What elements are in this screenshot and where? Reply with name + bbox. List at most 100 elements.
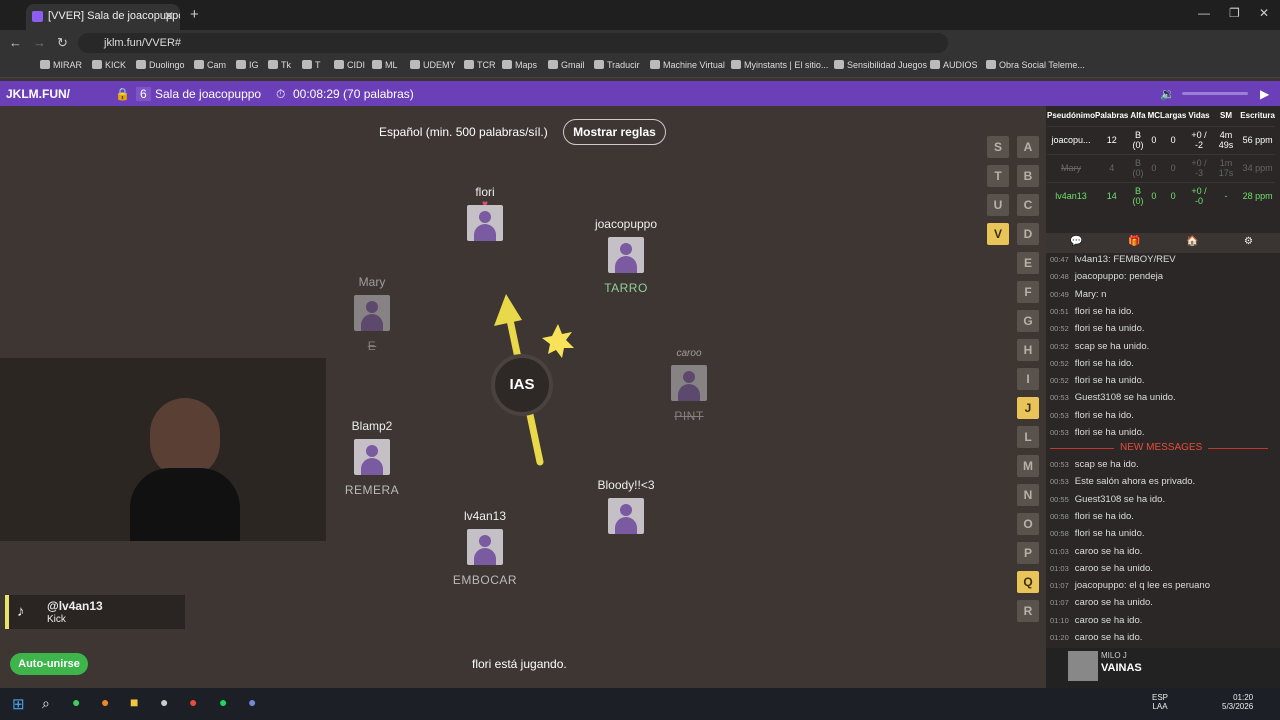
chat-message: 00:52 scap se ha unido.: [1050, 340, 1150, 352]
table-row: joacopu... 12 B (0) 0 0 +0 / -2 4m 49s 56 ppm: [1047, 125, 1275, 154]
player-avatar: [608, 498, 644, 534]
table-cell: 34 ppm: [1240, 153, 1275, 182]
table-cell: 0: [1160, 181, 1187, 210]
letter-tile: V: [987, 223, 1009, 245]
table-cell: +0 / -0: [1186, 181, 1212, 210]
letter-tile: H: [1017, 339, 1039, 361]
new-tab-icon[interactable]: +: [190, 6, 199, 23]
show-rules-button[interactable]: Mostrar reglas: [563, 119, 666, 145]
forward-icon[interactable]: →: [33, 35, 46, 50]
album-art-image: [1068, 651, 1098, 681]
bookmark-item[interactable]: MIRAR: [40, 60, 82, 70]
reload-icon[interactable]: ↻: [57, 35, 68, 51]
player-avatar: [671, 365, 707, 401]
letter-tile: J: [1017, 397, 1039, 419]
panel-tabs: 💬 🎁 🏠 ⚙: [1046, 233, 1280, 253]
chat-message: 00:52 flori se ha unido.: [1050, 375, 1145, 387]
player-avatar: [467, 529, 503, 565]
browser-tab[interactable]: [VVER] Sala de joacopuppo ✕: [26, 4, 180, 30]
col-header: Pseudónimo: [1047, 111, 1096, 121]
streamer-platform: Kick: [47, 614, 66, 625]
bookmark-item[interactable]: Machine Virtual: [650, 60, 725, 70]
player-blamp2: Blamp2 REMERA: [322, 419, 422, 497]
col-header: Escritura: [1240, 111, 1275, 121]
letter-tile: G: [1017, 310, 1039, 332]
close-tab-icon[interactable]: ✕: [164, 9, 174, 23]
discord-icon[interactable]: ●: [248, 694, 256, 710]
player-avatar: [467, 205, 503, 241]
folder-icon[interactable]: ■: [130, 694, 138, 710]
settings-tab-icon[interactable]: ⚙: [1244, 236, 1253, 247]
bookmark-item[interactable]: ML: [372, 60, 398, 70]
tab-title: [VVER] Sala de joacopuppo: [48, 10, 180, 22]
firefox-icon[interactable]: ●: [101, 694, 109, 710]
table-cell: 0: [1147, 153, 1161, 182]
room-tab-icon[interactable]: 🏠: [1186, 236, 1198, 247]
table-cell: B (0): [1128, 181, 1148, 210]
chrome-icon[interactable]: ●: [189, 694, 197, 710]
letter-tile: D: [1017, 223, 1039, 245]
bookmark-item[interactable]: Sensibilidad Juegos: [834, 60, 927, 70]
chat-message: 01:07 caroo se ha unido.: [1050, 597, 1153, 609]
spotify-icon[interactable]: ●: [219, 694, 227, 710]
new-messages-label: NEW MESSAGES: [1114, 442, 1209, 453]
close-window-icon[interactable]: ✕: [1259, 6, 1269, 20]
chat-input-area[interactable]: MILO J VAINAS: [1046, 648, 1280, 688]
letter-tile: C: [1017, 194, 1039, 216]
site-name: JKLM.FUN/: [6, 87, 70, 101]
player-word: PINT: [674, 409, 704, 423]
auto-join-button[interactable]: Auto-unirse: [10, 653, 88, 675]
chat-message: 00:49 Mary: n: [1050, 288, 1107, 300]
table-cell: joacopu...: [1047, 125, 1096, 154]
col-header: MC: [1147, 111, 1161, 121]
bookmark-item[interactable]: CIDI: [334, 60, 365, 70]
col-header: SM: [1220, 111, 1233, 121]
bookmark-item[interactable]: T: [302, 60, 321, 70]
rewards-tab-icon[interactable]: 🎁: [1128, 236, 1140, 247]
chat-message: 01:20 caroo se ha ido.: [1050, 632, 1143, 643]
bookmark-item[interactable]: Gmail: [548, 60, 585, 70]
bookmark-item[interactable]: AUDIOS: [930, 60, 978, 70]
table-cell: 1m 17s: [1211, 153, 1241, 182]
player-mary: Mary E: [322, 275, 422, 353]
bookmark-item[interactable]: Cam: [194, 60, 226, 70]
bookmark-item[interactable]: Myinstants | El sitio...: [731, 60, 828, 70]
letter-tile: B: [1017, 165, 1039, 187]
url-field[interactable]: jklm.fun/VVER#: [78, 33, 948, 53]
windows-start-icon[interactable]: ⊞: [12, 695, 25, 713]
bookmark-item[interactable]: IG: [236, 60, 259, 70]
minimize-icon[interactable]: —: [1198, 6, 1210, 20]
table-cell: 0: [1160, 125, 1187, 154]
player-count: 6: [136, 87, 151, 101]
letter-tile: E: [1017, 252, 1039, 274]
letter-tile: T: [987, 165, 1009, 187]
col-header: Alfa: [1130, 111, 1146, 121]
chat-message: 01:10 caroo se ha ido.: [1050, 614, 1143, 626]
chat-message: 01:07 joacopuppo: el q lee es peruano: [1050, 580, 1210, 592]
maximize-icon[interactable]: ❐: [1229, 6, 1240, 20]
chat-tab-icon[interactable]: 💬: [1070, 236, 1082, 247]
volume-slider[interactable]: [1182, 92, 1248, 95]
letter-tile: N: [1017, 484, 1039, 506]
chat-message: 00:52 flori se ha ido.: [1050, 357, 1134, 369]
back-icon[interactable]: ←: [9, 35, 22, 50]
bookmark-item[interactable]: UDEMY: [410, 60, 456, 70]
bookmark-item[interactable]: Duolingo: [136, 60, 185, 70]
clock[interactable]: 01:20 5/3/2026: [1222, 693, 1253, 711]
search-icon[interactable]: ⌕: [42, 695, 50, 712]
bookmark-item[interactable]: TCR: [464, 60, 496, 70]
bookmark-item[interactable]: Traducir: [594, 60, 640, 70]
volume-icon[interactable]: 🔉: [1160, 87, 1175, 101]
whatsapp-icon[interactable]: ●: [72, 694, 80, 710]
player-bloody: Bloody!!<3: [576, 478, 676, 534]
bookmark-item[interactable]: Tk: [268, 60, 291, 70]
steam-icon[interactable]: ●: [160, 694, 168, 710]
player-avatar: [354, 439, 390, 475]
play-icon[interactable]: ▶: [1260, 87, 1269, 101]
game-status: flori está jugando.: [472, 657, 567, 671]
language-indicator[interactable]: ESP LAA: [1152, 693, 1168, 711]
letter-tile: L: [1017, 426, 1039, 448]
bookmark-item[interactable]: Obra Social Teleme...: [986, 60, 1085, 70]
bookmark-item[interactable]: Maps: [502, 60, 537, 70]
bookmark-item[interactable]: KICK: [92, 60, 126, 70]
